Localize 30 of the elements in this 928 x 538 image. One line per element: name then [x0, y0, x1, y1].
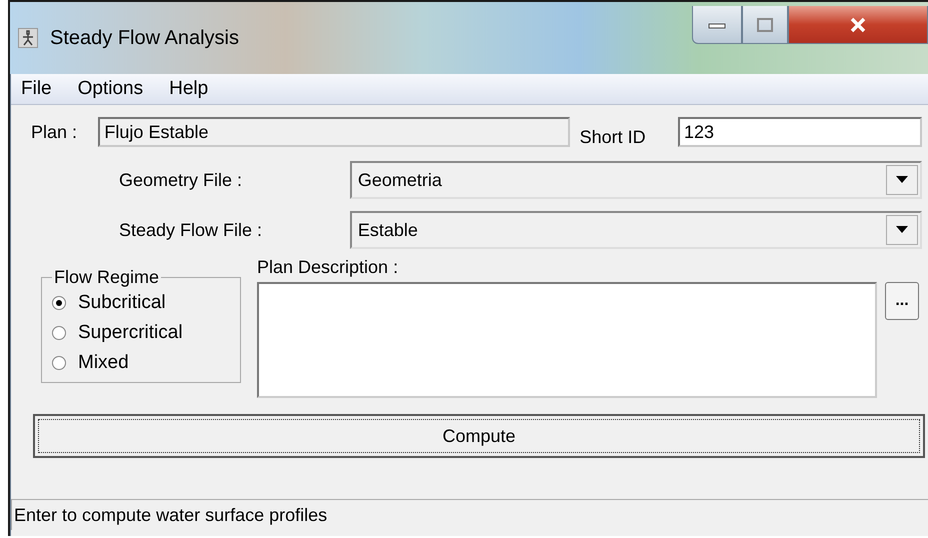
file-label: Steady Flow File :	[118, 220, 264, 240]
short-id-label: Short ID	[580, 126, 647, 148]
plan-name-field[interactable]: Flujo Estable	[98, 117, 570, 147]
plan-description-label: Plan Description :	[257, 257, 400, 278]
radio-label: Supercritical	[78, 322, 183, 344]
compute-button[interactable]: Compute	[33, 414, 925, 458]
short-id-field[interactable]: 123	[678, 117, 922, 147]
plan-label: Plan :	[31, 122, 78, 142]
group-title: Flow Regime	[53, 267, 160, 288]
app-icon	[18, 28, 38, 48]
maximize-icon	[755, 16, 775, 32]
plan-description-field[interactable]	[257, 282, 877, 398]
status-bar: Enter to compute water surface profiles	[11, 499, 928, 530]
browse-button[interactable]: ...	[885, 282, 919, 320]
radio-button[interactable]	[52, 326, 66, 340]
menu-item[interactable]: File	[21, 78, 52, 100]
window-title: Steady Flow Analysis	[50, 26, 239, 50]
close-button[interactable]	[788, 6, 928, 44]
radio-label: Subcritical	[78, 292, 166, 314]
radio-label: Mixed	[78, 352, 129, 374]
file-dropdown[interactable]: Geometria	[350, 161, 922, 199]
file-label: Geometry File :	[118, 170, 244, 190]
maximize-button[interactable]	[742, 6, 788, 44]
close-icon	[848, 16, 868, 32]
menu-item[interactable]: Help	[169, 78, 208, 100]
radio-button[interactable]	[52, 296, 66, 310]
radio-button[interactable]	[52, 356, 66, 370]
menu-item[interactable]: Options	[78, 78, 144, 100]
minimize-button[interactable]	[692, 6, 742, 44]
file-dropdown[interactable]: Estable	[350, 211, 922, 249]
